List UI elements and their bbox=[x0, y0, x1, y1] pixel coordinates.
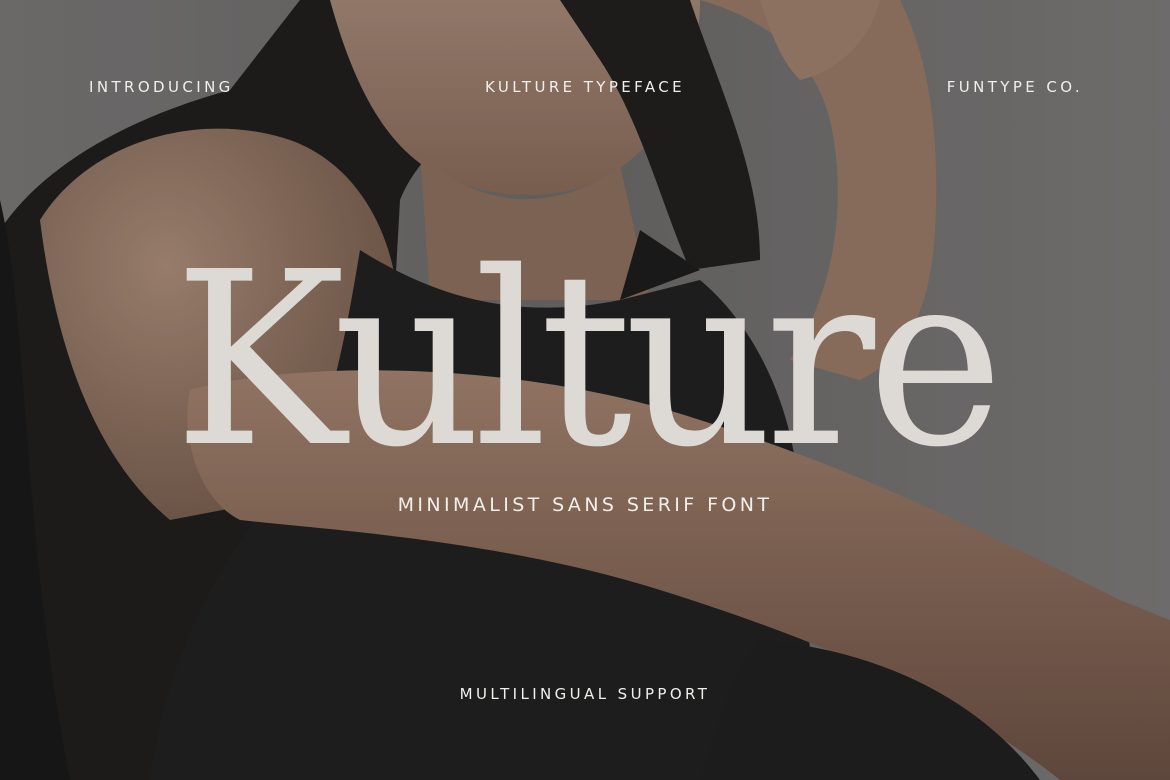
wordmark: Kulture bbox=[174, 220, 1004, 500]
hero-title: Kulture bbox=[174, 220, 996, 500]
footer-caption: MULTILINGUAL SUPPORT bbox=[459, 685, 711, 703]
hero-subtitle: MINIMALIST SANS SERIF FONT bbox=[397, 494, 773, 516]
promo-banner: INTRODUCING KULTURE TYPEFACE FUNTYPE CO.… bbox=[0, 0, 1170, 780]
